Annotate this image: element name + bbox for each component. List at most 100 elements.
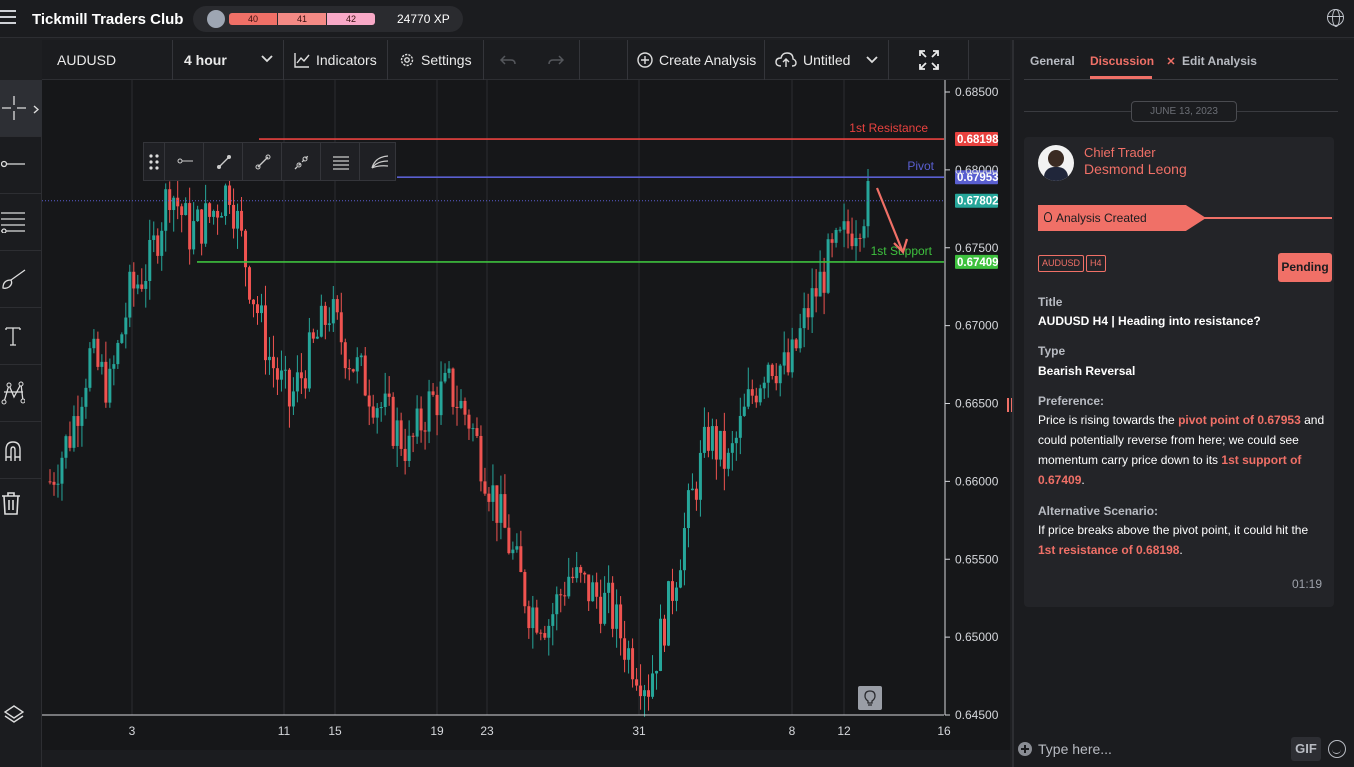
text-tool[interactable] xyxy=(0,308,42,365)
tab-general[interactable]: General xyxy=(1030,54,1075,68)
layers-icon[interactable] xyxy=(4,705,24,725)
draw-trend-line-button[interactable] xyxy=(203,143,242,180)
candle-body xyxy=(68,436,72,448)
hamburger-icon[interactable] xyxy=(0,10,16,26)
candle-body xyxy=(702,426,706,453)
gear-icon xyxy=(400,53,414,67)
draw-fib-fan-button[interactable] xyxy=(359,143,396,180)
tab-edit-analysis[interactable]: Edit Analysis xyxy=(1182,54,1257,68)
candle-body xyxy=(551,614,555,626)
author-name[interactable]: Desmond Leong xyxy=(1084,161,1187,177)
redo-button[interactable] xyxy=(532,40,580,80)
drag-handle-icon[interactable] xyxy=(149,154,159,170)
candle-body xyxy=(850,233,854,247)
candle-body xyxy=(136,284,140,289)
candle-body xyxy=(267,356,271,361)
candle-body xyxy=(842,221,846,230)
symbol-selector[interactable]: AUDUSD xyxy=(42,40,173,80)
candle-body xyxy=(156,235,160,256)
line-segment-icon xyxy=(255,154,271,170)
analysis-type: Bearish Reversal xyxy=(1038,364,1136,378)
indicators-button[interactable]: Indicators xyxy=(284,40,388,80)
avatar xyxy=(1038,145,1074,181)
status-badge: Pending xyxy=(1278,253,1332,282)
layout-dropdown[interactable]: Untitled xyxy=(765,40,889,80)
candle-body xyxy=(766,364,770,383)
idea-button[interactable] xyxy=(858,686,882,710)
candle-body xyxy=(818,271,822,297)
candle-body xyxy=(762,382,766,389)
x-tick-label: 12 xyxy=(837,724,851,738)
title-label: Title xyxy=(1038,295,1063,309)
horizontal-ray-icon xyxy=(177,158,193,164)
add-attachment-icon[interactable] xyxy=(1018,742,1032,756)
undo-button[interactable] xyxy=(484,40,532,80)
candle-body xyxy=(403,448,407,461)
candle-body xyxy=(547,625,551,638)
globe-icon[interactable] xyxy=(1327,9,1344,27)
delete-tool[interactable] xyxy=(0,479,42,536)
interval-dropdown[interactable]: 4 hour xyxy=(173,40,284,80)
candle-body xyxy=(435,394,439,416)
fib-tool[interactable] xyxy=(0,194,42,251)
candle-body xyxy=(196,209,200,222)
author-role: Chief Trader xyxy=(1084,145,1156,160)
y-tick-label: 0.66000 xyxy=(955,474,999,488)
candle-body xyxy=(140,284,144,289)
candle-body xyxy=(359,355,363,358)
draw-horizontal-ray-button[interactable] xyxy=(164,143,203,180)
candle-body xyxy=(431,391,435,395)
candle-body xyxy=(575,567,579,579)
candle-body xyxy=(116,342,120,365)
candle-body xyxy=(303,378,307,389)
x-tick-label: 31 xyxy=(632,724,646,738)
candle-body xyxy=(192,221,196,250)
gif-button[interactable]: GIF xyxy=(1291,737,1321,761)
y-tick-label: 0.64500 xyxy=(955,708,999,722)
crosshair-tool[interactable] xyxy=(0,80,42,137)
top-bar: Tickmill Traders Club 40 41 42 24770 XP xyxy=(0,0,1354,38)
drawing-tools-sidebar xyxy=(0,80,42,767)
candle-body xyxy=(698,452,702,500)
candle-body xyxy=(80,406,84,426)
candle-body xyxy=(479,435,483,482)
close-icon[interactable] xyxy=(1167,57,1175,65)
brush-tool[interactable] xyxy=(0,251,42,308)
fullscreen-button[interactable] xyxy=(889,40,969,80)
candle-body xyxy=(862,226,866,239)
create-analysis-button[interactable]: Create Analysis xyxy=(628,40,765,80)
candle-body xyxy=(710,426,714,451)
candle-body xyxy=(48,481,52,483)
message-input[interactable] xyxy=(1038,738,1278,760)
candle-body xyxy=(670,581,674,601)
candle-body xyxy=(714,426,718,460)
candle-body xyxy=(152,235,156,240)
tab-discussion[interactable]: Discussion xyxy=(1090,54,1154,68)
candle-body xyxy=(315,336,319,339)
pattern-tool[interactable] xyxy=(0,365,42,422)
candle-body xyxy=(535,607,539,633)
draw-parallel-channel-button[interactable] xyxy=(320,143,359,180)
type-label: Type xyxy=(1038,344,1066,358)
draw-extended-line-button[interactable] xyxy=(281,143,320,180)
price-tag-label: 0.68198 xyxy=(957,134,999,146)
candle-body xyxy=(104,361,108,403)
candle-body xyxy=(387,393,391,397)
analysis-post-card: Chief Trader Desmond Leong Analysis Crea… xyxy=(1024,137,1334,607)
candle-body xyxy=(379,407,383,409)
draw-segment-button[interactable] xyxy=(242,143,281,180)
candle-body xyxy=(347,368,351,370)
settings-button[interactable]: Settings xyxy=(388,40,484,80)
magnet-tool[interactable] xyxy=(0,422,42,479)
line-tool[interactable] xyxy=(0,137,42,194)
emoji-icon[interactable] xyxy=(1328,740,1346,758)
candle-body xyxy=(367,395,371,407)
analysis-panel: General Discussion Edit Analysis JUNE 13… xyxy=(1012,40,1354,767)
candle-body xyxy=(639,685,643,697)
candle-body xyxy=(734,437,738,444)
status-banner: Analysis Created xyxy=(1038,205,1206,231)
active-tab-indicator xyxy=(1090,76,1152,79)
candle-body xyxy=(407,435,411,461)
candle-body xyxy=(794,339,798,349)
lightbulb-icon xyxy=(864,690,876,706)
